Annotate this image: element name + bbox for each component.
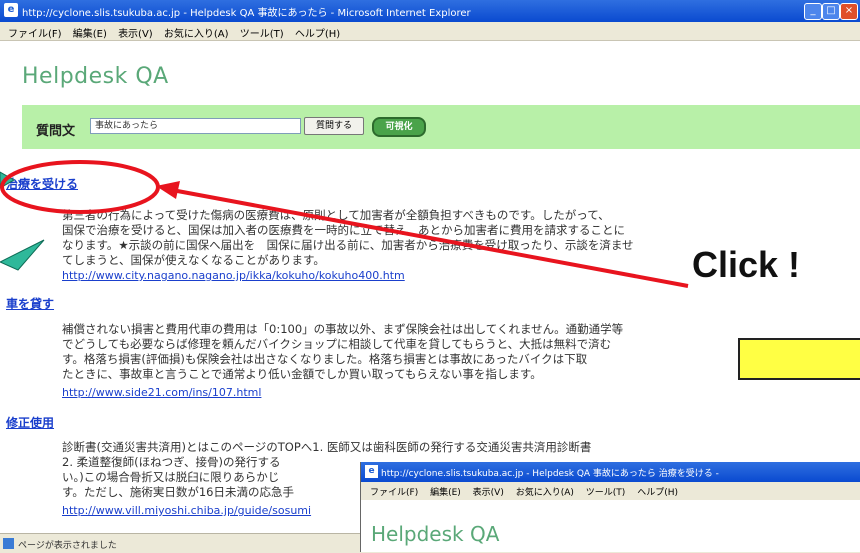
- browser-window: e http://cyclone.slis.tsukuba.ac.jp - He…: [0, 0, 860, 553]
- highlight-ellipse: [0, 160, 160, 214]
- click-arrow-line: [171, 188, 689, 288]
- yellow-highlight-box: [738, 338, 860, 380]
- callout-pointer-bottom: [0, 239, 45, 271]
- click-annotation: Click !: [692, 244, 801, 285]
- click-arrow-head: [156, 181, 180, 199]
